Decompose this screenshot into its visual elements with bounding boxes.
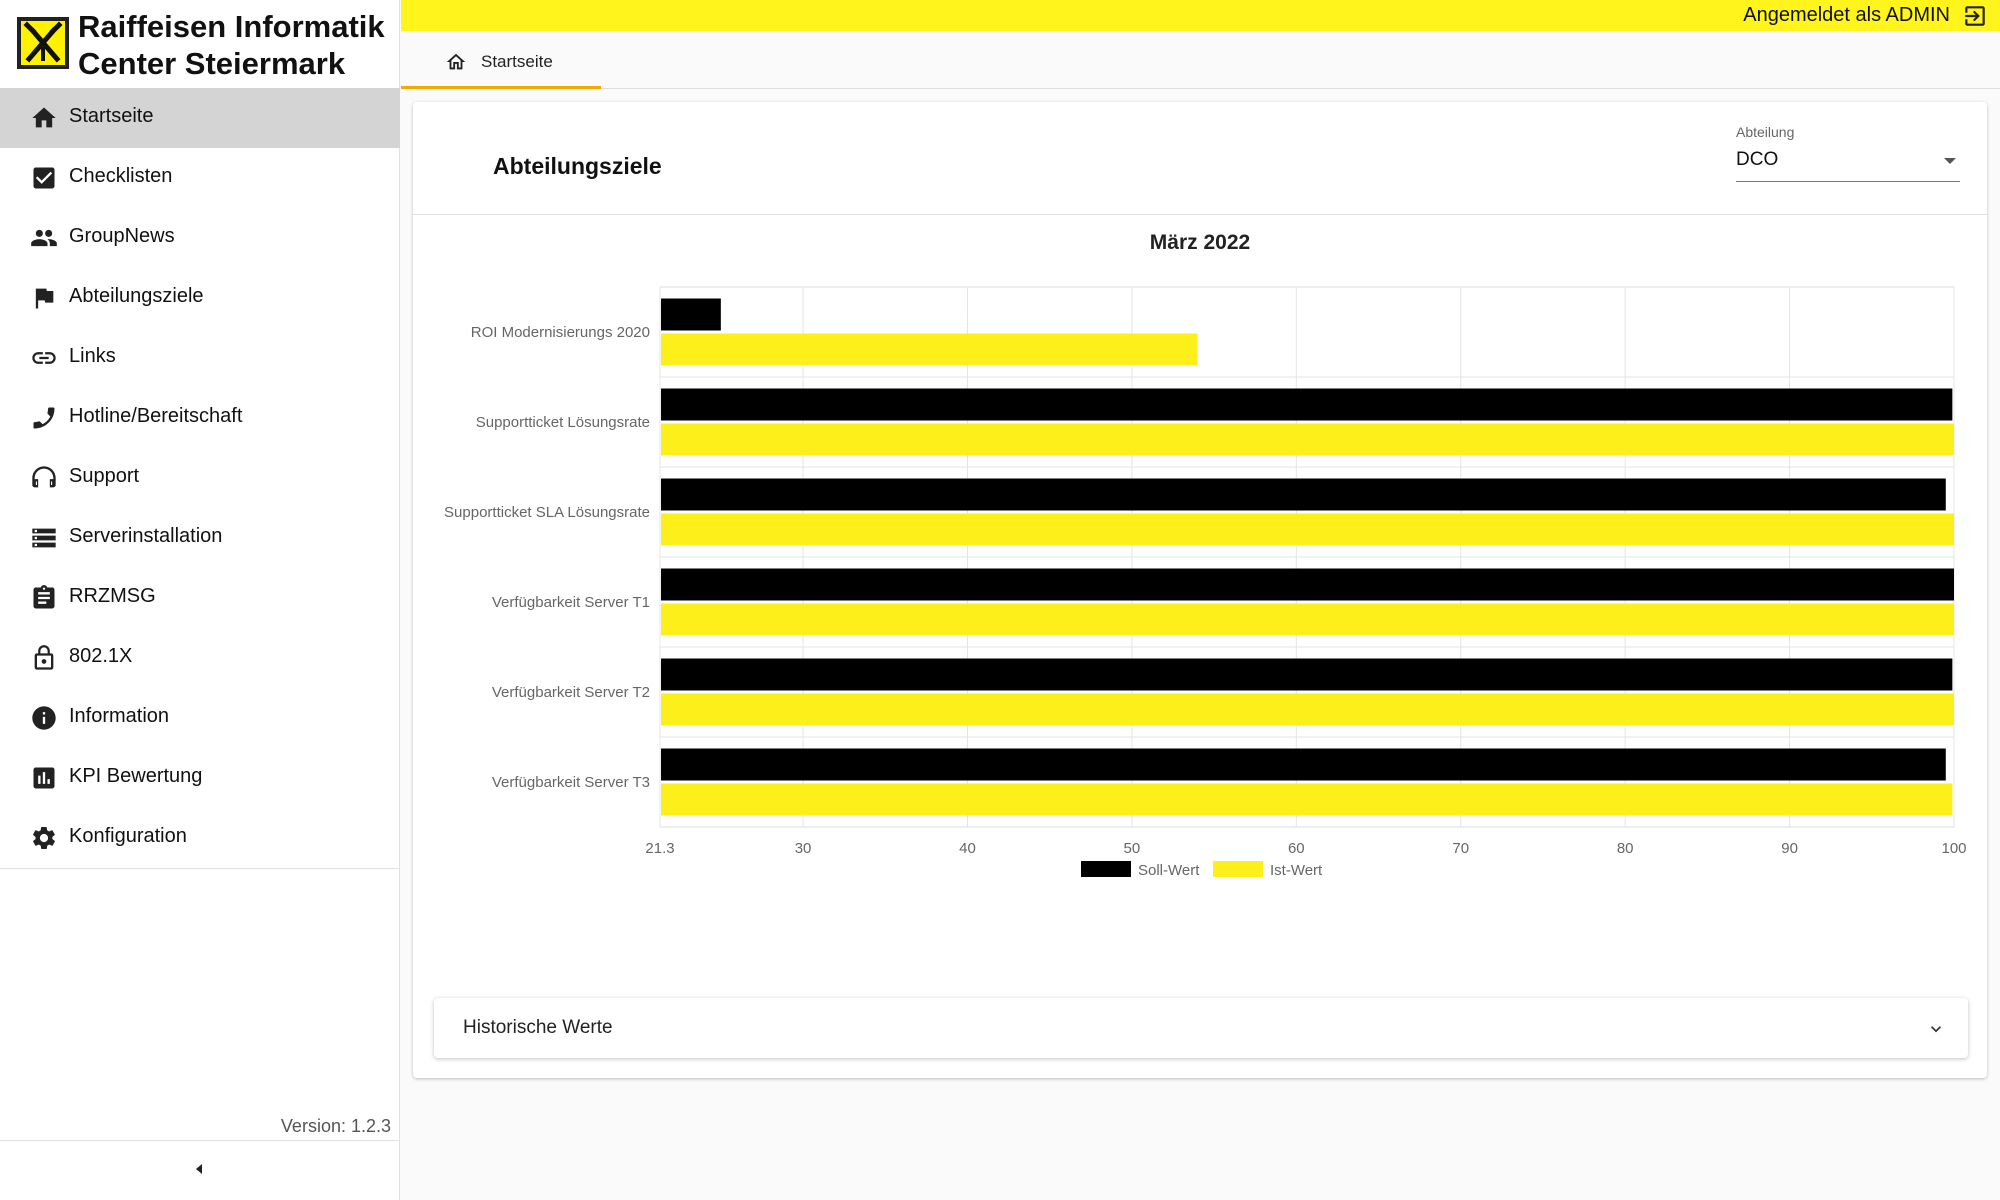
sidebar-item-abteilungsziele[interactable]: Abteilungsziele <box>0 268 400 328</box>
category-label: Verfügbarkeit Server T3 <box>492 774 650 791</box>
bar-soll <box>661 298 721 331</box>
sidebar-item-startseite[interactable]: Startseite <box>0 88 400 148</box>
bar-soll <box>661 748 1946 781</box>
bar-ist <box>661 783 1953 816</box>
logout-icon <box>1965 6 1985 26</box>
historical-values-label: Historische Werte <box>463 1017 613 1038</box>
home-icon <box>30 104 58 132</box>
x-tick-label: 50 <box>1124 840 1141 857</box>
x-tick-label: 30 <box>795 840 812 857</box>
info-icon <box>30 704 58 732</box>
sidebar-item-label: Konfiguration <box>69 825 187 847</box>
bar-ist <box>661 513 1954 546</box>
logged-in-user-label: Angemeldet als ADMIN <box>1743 4 1950 26</box>
sidebar-item-checklisten[interactable]: Checklisten <box>0 148 400 208</box>
category-label: Supportticket Lösungsrate <box>476 414 650 431</box>
sidebar-item-label: Links <box>69 345 116 367</box>
sidebar-item-8021x[interactable]: 802.1X <box>0 628 400 688</box>
sidebar-item-label: 802.1X <box>69 645 133 667</box>
x-tick-label: 40 <box>959 840 976 857</box>
sidebar-item-rrzmsg[interactable]: RRZMSG <box>0 568 400 628</box>
brand-title-line1: Raiffeisen Informatik <box>78 9 385 44</box>
sidebar-item-label: Startseite <box>69 105 154 127</box>
category-label: ROI Modernisierungs 2020 <box>471 324 650 341</box>
server-icon <box>30 524 58 552</box>
card-title: Abteilungsziele <box>493 153 662 179</box>
department-select-label: Abteilung <box>1736 124 1795 140</box>
bar-soll <box>661 388 1953 421</box>
raiffeisen-logo <box>17 17 69 69</box>
x-tick-label: 80 <box>1617 840 1634 857</box>
clipboard-icon <box>30 584 58 612</box>
bar-ist <box>661 693 1954 726</box>
bar-ist <box>661 603 1954 636</box>
goals-bar-chart: März 2022 21.3 30 40 50 60 70 80 90 100 ROI Modern… <box>444 231 1966 879</box>
sidebar-nav: Startseite Checklisten GroupNews Abteilu… <box>0 88 400 869</box>
department-select-value: DCO <box>1736 149 1779 170</box>
sidebar-item-hotline[interactable]: Hotline/Bereitschaft <box>0 388 400 448</box>
sidebar-item-label: Information <box>69 705 170 727</box>
chart-title: März 2022 <box>1150 231 1250 254</box>
checkbox-icon <box>30 164 58 192</box>
bar-ist <box>661 423 1954 456</box>
sidebar-item-label: Support <box>69 465 140 487</box>
sidebar-collapse-button[interactable] <box>0 1140 400 1200</box>
sidebar-item-label: GroupNews <box>69 225 175 247</box>
phone-icon <box>30 404 58 432</box>
lock-icon <box>30 644 58 672</box>
x-tick-label: 90 <box>1781 840 1798 857</box>
logout-button[interactable] <box>1962 3 1988 29</box>
department-select[interactable]: Abteilung DCO <box>1736 118 1960 182</box>
sidebar-item-label: Checklisten <box>69 165 173 187</box>
gear-icon <box>30 824 58 852</box>
link-icon <box>30 344 58 372</box>
sidebar-item-label: Hotline/Bereitschaft <box>69 405 243 427</box>
category-label: Verfügbarkeit Server T1 <box>492 594 650 611</box>
legend-swatch <box>1213 861 1263 877</box>
bar-soll <box>661 478 1946 511</box>
bar-soll <box>661 658 1953 691</box>
tab-label: Startseite <box>481 52 553 71</box>
x-tick-label: 100 <box>1941 840 1966 857</box>
chart-icon <box>30 764 58 792</box>
sidebar-item-label: KPI Bewertung <box>69 765 203 787</box>
sidebar-item-konfiguration[interactable]: Konfiguration <box>0 808 400 868</box>
caret-left-icon <box>196 1164 202 1174</box>
legend-label: Ist-Wert <box>1270 862 1323 879</box>
dropdown-caret-icon <box>1944 158 1956 164</box>
sidebar-item-support[interactable]: Support <box>0 448 400 508</box>
legend-swatch <box>1081 861 1131 877</box>
headset-icon <box>30 464 58 492</box>
tab-startseite[interactable]: Startseite <box>401 31 601 89</box>
bar-soll <box>661 568 1954 601</box>
sidebar-item-information[interactable]: Information <box>0 688 400 748</box>
home-outline-icon <box>446 53 466 70</box>
sidebar-item-label: Serverinstallation <box>69 525 223 547</box>
legend-label: Soll-Wert <box>1138 862 1200 879</box>
sidebar-item-label: Abteilungsziele <box>69 285 204 307</box>
x-tick-label: 60 <box>1288 840 1305 857</box>
sidebar-item-groupnews[interactable]: GroupNews <box>0 208 400 268</box>
x-tick-label: 70 <box>1452 840 1469 857</box>
department-goals-card: Abteilungsziele Abteilung DCO März 2022 2… <box>413 102 1987 1078</box>
brand-header: Raiffeisen Informatik Center Steiermark <box>0 0 400 88</box>
version-label: Version: 1.2.3 <box>280 1116 391 1136</box>
sidebar: Raiffeisen Informatik Center Steiermark … <box>0 0 400 1200</box>
x-tick-label: 21.3 <box>645 840 674 857</box>
sidebar-item-serverinstallation[interactable]: Serverinstallation <box>0 508 400 568</box>
people-icon <box>30 224 58 252</box>
chevron-down-icon <box>1931 1026 1941 1033</box>
top-bar: Angemeldet als ADMIN <box>401 0 2000 31</box>
sidebar-item-links[interactable]: Links <box>0 328 400 388</box>
sidebar-item-kpi-bewertung[interactable]: KPI Bewertung <box>0 748 400 808</box>
sidebar-item-label: RRZMSG <box>69 585 156 607</box>
brand-title-line2: Center Steiermark <box>78 46 346 81</box>
category-label: Supportticket SLA Lösungsrate <box>444 504 650 521</box>
tab-bar: Startseite <box>401 31 2000 89</box>
brand-title: Raiffeisen Informatik Center Steiermark <box>78 8 398 82</box>
category-label: Verfügbarkeit Server T2 <box>492 684 650 701</box>
bar-ist <box>661 333 1198 366</box>
flag-icon <box>30 284 58 312</box>
historical-values-panel[interactable]: Historische Werte <box>434 998 1968 1058</box>
